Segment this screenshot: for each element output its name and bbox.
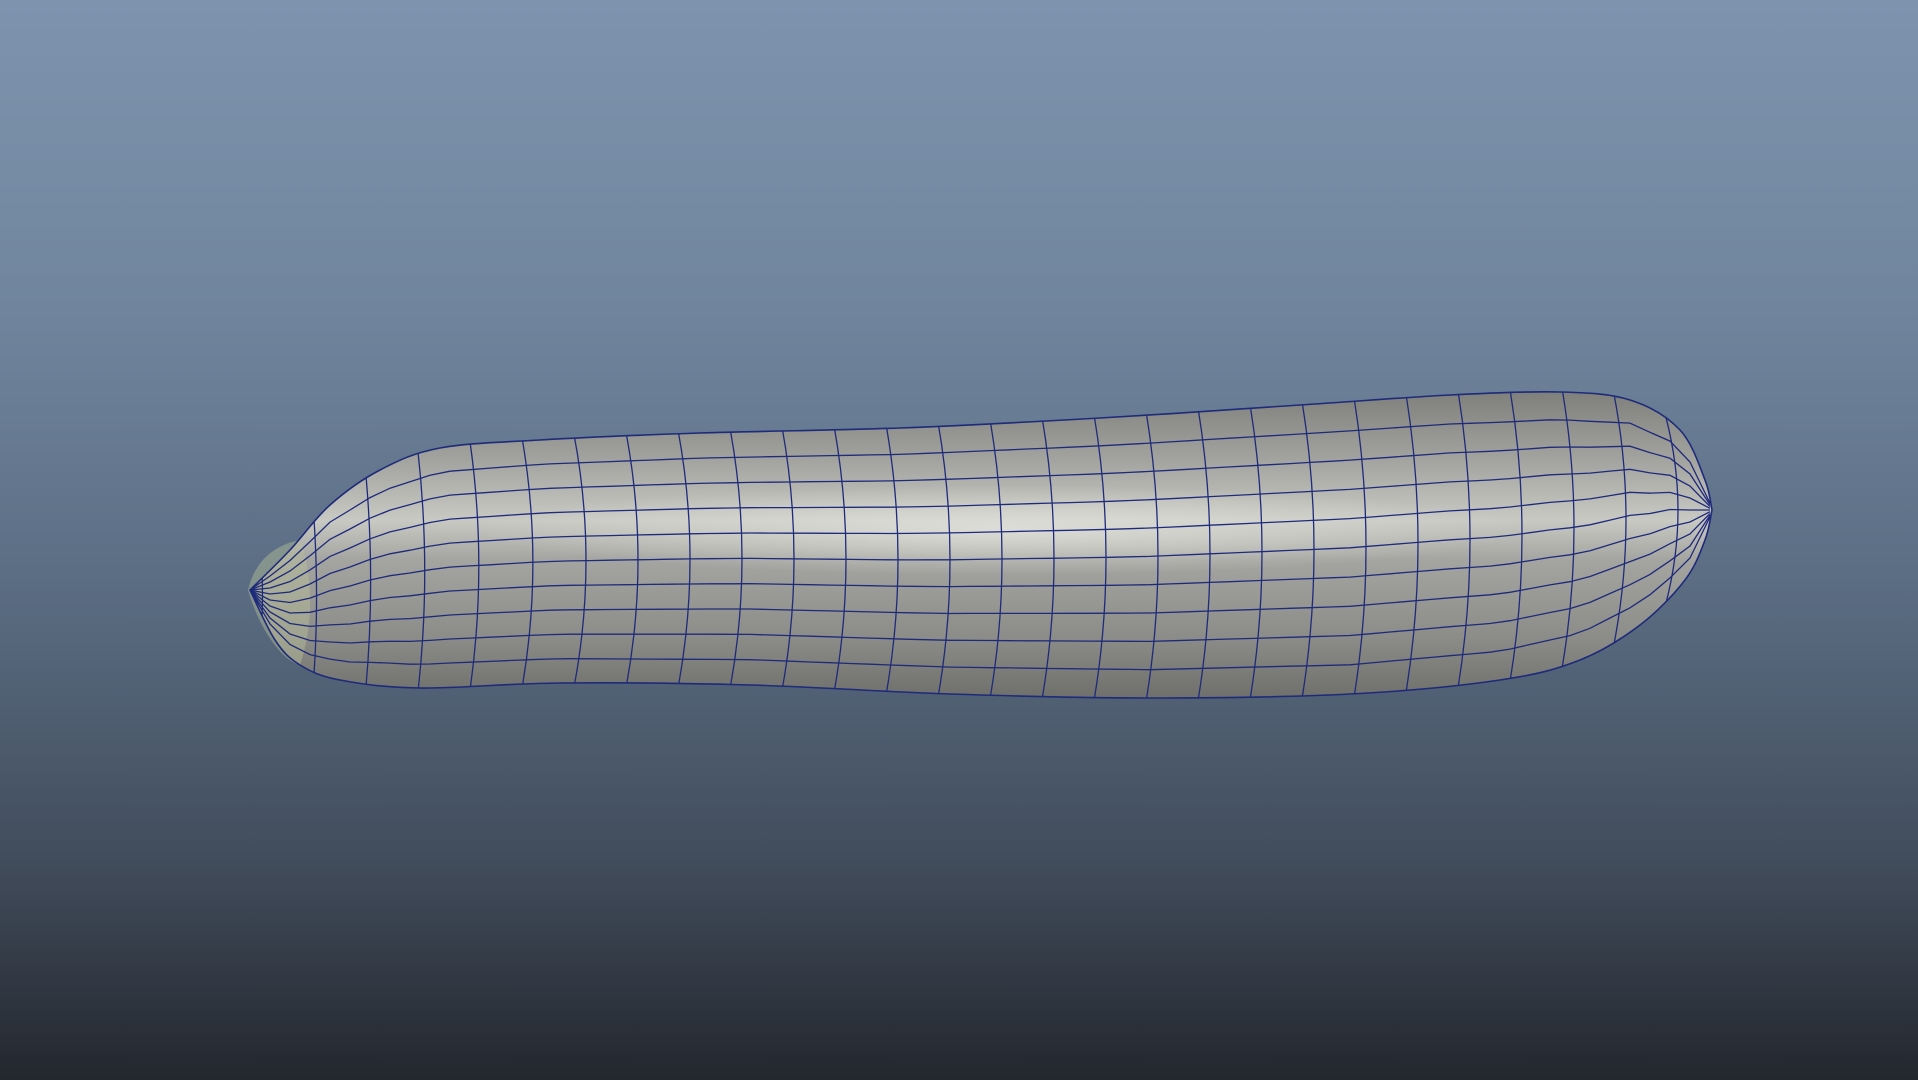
viewport-canvas[interactable] <box>0 0 1918 1080</box>
3d-viewport[interactable] <box>0 0 1918 1080</box>
cucumber-mesh[interactable] <box>248 388 1713 702</box>
